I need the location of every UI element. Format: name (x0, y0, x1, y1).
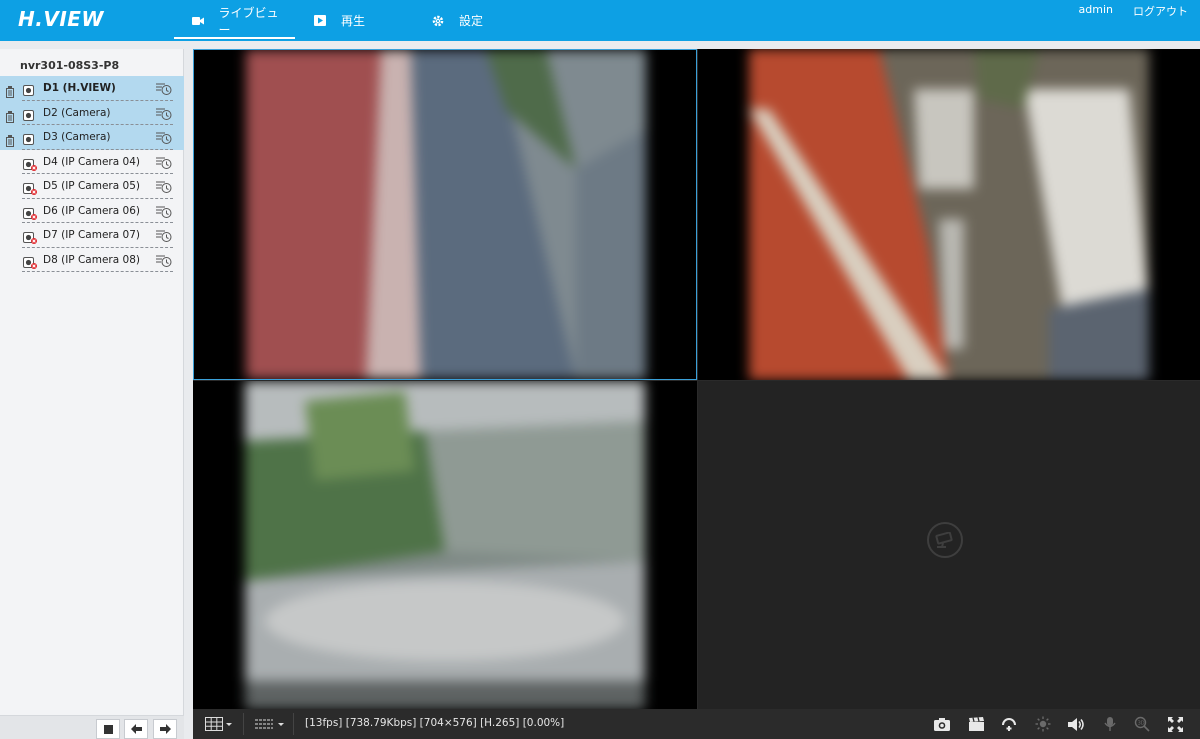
channel-label: D8 (IP Camera 08) (43, 253, 140, 266)
fullscreen-icon (1167, 716, 1183, 732)
channel-label: D1 (H.VIEW) (43, 82, 116, 94)
toolbar-separator (243, 713, 244, 735)
camera-offline-icon (23, 156, 37, 171)
stream-icon (255, 719, 284, 729)
gear-icon (431, 14, 445, 28)
record-status-icon (6, 108, 14, 123)
live-toolbar: [13fps] [738.79Kbps] [704×576] [H.265] [… (193, 709, 1200, 739)
next-page-button[interactable] (153, 719, 177, 739)
video-grid (193, 49, 1200, 709)
channel-item[interactable]: D5 (IP Camera 05) (0, 174, 184, 199)
nav-playback-label: 再生 (341, 14, 366, 28)
prev-page-button[interactable] (124, 719, 148, 739)
nav-settings[interactable]: 設定 (413, 0, 503, 41)
stop-all-button[interactable] (96, 719, 120, 739)
camera-online-icon (23, 82, 37, 96)
playback-clock-icon[interactable] (156, 228, 172, 242)
playback-icon (313, 14, 327, 28)
channel-item[interactable]: D6 (IP Camera 06) (0, 199, 184, 223)
channel-label: D2 (Camera) (43, 106, 111, 119)
zoom-icon (1002, 718, 1016, 731)
sidebar-footer (0, 715, 184, 739)
camera-offline-icon (23, 254, 37, 269)
stop-icon (103, 724, 113, 734)
nav-settings-label: 設定 (459, 14, 484, 28)
channel-label: D3 (Camera) (43, 131, 111, 143)
playback-clock-icon[interactable] (156, 130, 172, 144)
channel-item[interactable]: D8 (IP Camera 08) (0, 248, 184, 272)
speaker-icon (1068, 717, 1084, 731)
video-window-1[interactable] (193, 49, 697, 380)
camera-offline-icon (23, 180, 37, 195)
stream-status: [13fps] [738.79Kbps] [704×576] [H.265] [… (305, 717, 565, 729)
playback-clock-icon[interactable] (156, 179, 172, 193)
no-video-camera-icon (927, 522, 963, 558)
device-name[interactable]: nvr301-08S3-P8 (20, 59, 119, 72)
playback-clock-icon[interactable] (156, 204, 172, 218)
camera-icon (934, 717, 950, 731)
channel-label: D4 (IP Camera 04) (43, 155, 140, 168)
record-button[interactable] (965, 714, 987, 734)
channel-label: D6 (IP Camera 06) (43, 204, 140, 217)
camera-feed-3 (245, 381, 645, 709)
playback-clock-icon[interactable] (156, 253, 172, 267)
channel-item[interactable]: D7 (IP Camera 07) (0, 223, 184, 248)
camera-online-icon (23, 107, 37, 121)
svg-text:3D: 3D (1138, 721, 1145, 727)
ptz-zoom-button[interactable]: 3D (1131, 714, 1153, 734)
digital-zoom-button[interactable] (998, 714, 1020, 734)
user-area: admin ログアウト (1079, 3, 1188, 19)
arrow-left-icon (130, 724, 142, 734)
arrow-right-icon (159, 724, 171, 734)
toolbar-separator (293, 713, 294, 735)
clapperboard-icon (968, 716, 984, 731)
main-nav: ライブビュー 再生 設定 (174, 0, 503, 41)
camera-online-icon (23, 131, 37, 145)
layout-button[interactable] (203, 714, 235, 734)
audio-button[interactable] (1065, 714, 1087, 734)
camera-offline-icon (23, 205, 37, 220)
channel-item[interactable]: D3 (Camera) (0, 125, 184, 150)
brand-logo: H.VIEW (18, 7, 104, 31)
logout-link[interactable]: ログアウト (1133, 3, 1188, 19)
channel-item[interactable]: D1 (H.VIEW) (0, 76, 184, 101)
row-divider (22, 271, 173, 272)
record-status-icon (6, 132, 14, 147)
camera-feed-1 (246, 50, 646, 379)
nav-live-view-label: ライブビュー (218, 5, 279, 37)
snapshot-button[interactable] (931, 714, 953, 734)
camera-feed-2 (749, 49, 1149, 380)
nav-playback[interactable]: 再生 (295, 0, 413, 41)
grid-layout-icon (205, 717, 232, 731)
camera-offline-icon (23, 229, 37, 244)
channel-label: D7 (IP Camera 07) (43, 229, 140, 241)
playback-clock-icon[interactable] (156, 155, 172, 169)
nvr-web-client: H.VIEW ライブビュー 再生 設定 admin ログアウト nvr301-0… (0, 0, 1200, 739)
playback-clock-icon[interactable] (156, 106, 172, 120)
two-way-audio-button[interactable] (1099, 714, 1121, 734)
video-window-2[interactable] (698, 49, 1200, 380)
brightness-icon (1035, 716, 1051, 732)
channel-list: D1 (H.VIEW) D2 (Camera) D3 (Camera) D4 (IP … (0, 76, 184, 272)
stream-select-button[interactable] (253, 714, 287, 734)
channel-label: D5 (IP Camera 05) (43, 180, 140, 192)
top-bar: H.VIEW ライブビュー 再生 設定 admin ログアウト (0, 0, 1200, 41)
channel-item[interactable]: D2 (Camera) (0, 100, 184, 125)
image-adjust-button[interactable] (1032, 714, 1054, 734)
microphone-icon (1104, 717, 1116, 731)
video-window-3[interactable] (193, 381, 697, 709)
channel-sidebar: nvr301-08S3-P8 D1 (H.VIEW) D2 (Camera) D3 … (0, 49, 184, 739)
nav-live-view[interactable]: ライブビュー (174, 0, 295, 41)
video-window-4[interactable] (698, 381, 1200, 709)
magnifier-3d-icon: 3D (1134, 716, 1150, 732)
username[interactable]: admin (1079, 3, 1113, 19)
video-icon (192, 14, 205, 28)
playback-clock-icon[interactable] (156, 81, 172, 95)
channel-item[interactable]: D4 (IP Camera 04) (0, 150, 184, 174)
fullscreen-button[interactable] (1164, 714, 1186, 734)
record-status-icon (6, 83, 14, 98)
